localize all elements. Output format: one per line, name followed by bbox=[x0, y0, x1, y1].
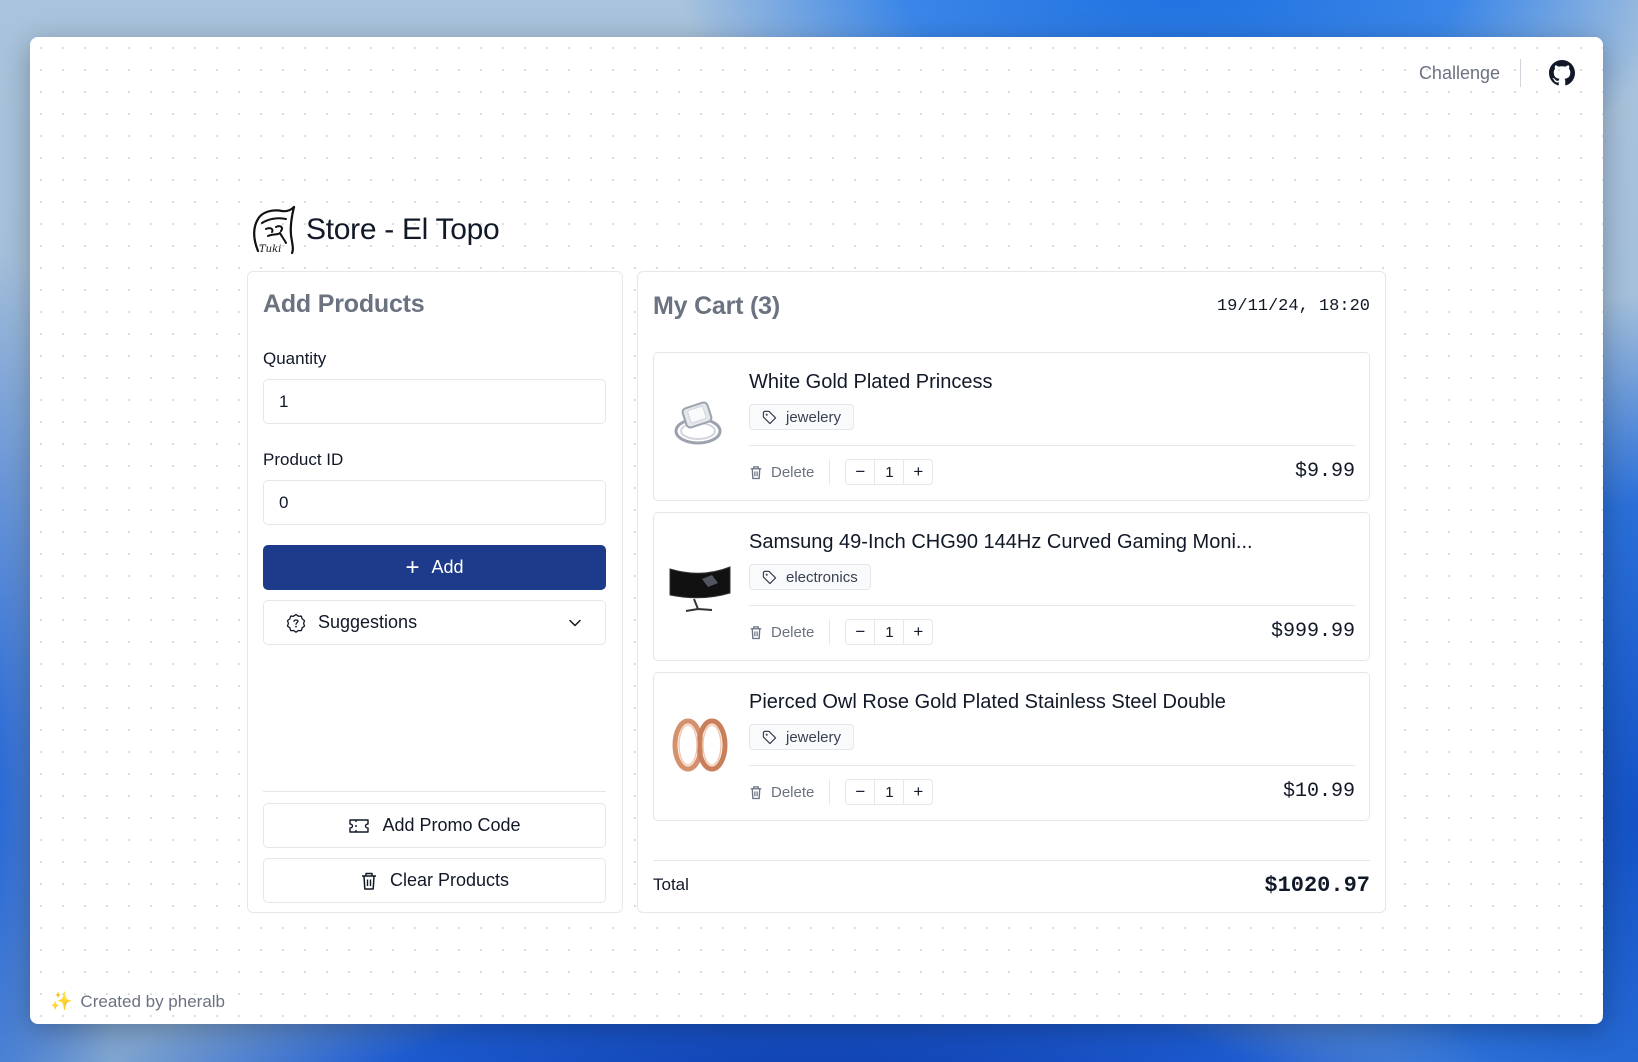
tag-icon bbox=[762, 730, 777, 744]
total-label: Total bbox=[653, 875, 689, 894]
page-title: Store - El Topo bbox=[306, 213, 500, 246]
decrement-button[interactable]: − bbox=[846, 620, 874, 644]
footer: ✨ Created by pheralb bbox=[50, 991, 225, 1012]
item-price: $9.99 bbox=[1294, 460, 1355, 483]
delete-label: Delete bbox=[771, 783, 815, 801]
item-actions: Delete − 1 + bbox=[749, 778, 934, 806]
add-promo-code-label: Add Promo Code bbox=[382, 815, 521, 835]
quantity-stepper: − 1 + bbox=[845, 779, 934, 805]
add-products-heading: Add Products bbox=[263, 290, 425, 318]
sparkles-icon: ✨ bbox=[50, 991, 73, 1011]
delete-button[interactable]: Delete bbox=[749, 784, 814, 801]
quantity-value: 1 bbox=[874, 780, 905, 804]
cart-header: My Cart (3) 19/11/24, 18:20 bbox=[653, 290, 1370, 322]
category-tag: electronics bbox=[749, 564, 871, 590]
trash-icon bbox=[750, 465, 762, 479]
logo-text: Tuki bbox=[259, 244, 281, 255]
tag-icon bbox=[762, 570, 777, 584]
add-button[interactable]: + Add bbox=[263, 545, 606, 590]
item-title: Pierced Owl Rose Gold Plated Stainless S… bbox=[749, 691, 1226, 713]
quantity-label: Quantity bbox=[263, 349, 327, 368]
item-price: $10.99 bbox=[1282, 780, 1355, 803]
item-actions: Delete − 1 + bbox=[749, 618, 934, 646]
plus-icon: + bbox=[405, 553, 420, 581]
category-label: electronics bbox=[786, 568, 858, 586]
cart-item: Samsung 49-Inch CHG90 144Hz Curved Gamin… bbox=[653, 512, 1370, 661]
trash-icon bbox=[361, 872, 376, 890]
help-badge-icon bbox=[286, 613, 306, 633]
trash-icon bbox=[750, 785, 762, 799]
trash-icon bbox=[750, 625, 762, 639]
increment-button[interactable]: + bbox=[904, 620, 932, 644]
item-title: Samsung 49-Inch CHG90 144Hz Curved Gamin… bbox=[749, 531, 1253, 553]
cart-heading: My Cart (3) bbox=[653, 291, 780, 320]
quantity-value: 1 bbox=[874, 620, 905, 644]
cart-timestamp: 19/11/24, 18:20 bbox=[1216, 296, 1370, 316]
add-promo-code-button[interactable]: Add Promo Code bbox=[263, 803, 606, 848]
increment-button[interactable]: + bbox=[904, 780, 932, 804]
rose-gold-rings-image bbox=[672, 718, 728, 772]
item-divider bbox=[749, 445, 1355, 446]
action-divider bbox=[829, 459, 831, 485]
item-price: $999.99 bbox=[1270, 620, 1355, 643]
total-row: Total $1020.97 bbox=[653, 870, 1370, 900]
delete-label: Delete bbox=[771, 623, 815, 641]
brand-header: Tuki Store - El Topo bbox=[248, 203, 500, 257]
clear-products-label: Clear Products bbox=[389, 870, 510, 890]
tag-icon bbox=[762, 410, 777, 424]
tuki-logo-icon: Tuki bbox=[253, 205, 296, 255]
panel-divider bbox=[263, 791, 606, 792]
category-tag: jewelery bbox=[749, 724, 855, 750]
suggestions-dropdown[interactable]: Suggestions bbox=[263, 600, 606, 645]
total-value: $1020.97 bbox=[1264, 872, 1370, 898]
nav-divider bbox=[1520, 59, 1521, 87]
product-id-input[interactable] bbox=[263, 480, 606, 525]
increment-button[interactable]: + bbox=[904, 460, 932, 484]
cart-items-list: White Gold Plated Princess jewelery Dele… bbox=[653, 352, 1370, 821]
cart-panel: My Cart (3) 19/11/24, 18:20 White Gold P… bbox=[637, 271, 1386, 913]
action-divider bbox=[829, 779, 831, 805]
clear-products-button[interactable]: Clear Products bbox=[263, 858, 606, 903]
github-icon[interactable] bbox=[1549, 60, 1575, 86]
category-label: jewelery bbox=[786, 728, 842, 746]
delete-button[interactable]: Delete bbox=[749, 624, 814, 641]
total-divider bbox=[653, 860, 1370, 861]
app-window: Challenge Tuki Store - El Topo Add Produ… bbox=[30, 37, 1603, 1024]
quantity-stepper: − 1 + bbox=[845, 619, 934, 645]
suggestions-label: Suggestions bbox=[318, 612, 418, 632]
quantity-input[interactable] bbox=[263, 379, 606, 424]
delete-button[interactable]: Delete bbox=[749, 464, 814, 481]
add-button-label: Add bbox=[431, 557, 464, 577]
item-actions: Delete − 1 + bbox=[749, 458, 934, 486]
item-divider bbox=[749, 765, 1355, 766]
item-title: White Gold Plated Princess bbox=[749, 371, 993, 393]
quantity-stepper: − 1 + bbox=[845, 459, 934, 485]
quantity-value: 1 bbox=[874, 460, 905, 484]
ticket-icon bbox=[349, 818, 370, 833]
chevron-down-icon bbox=[569, 619, 581, 626]
cart-item: Pierced Owl Rose Gold Plated Stainless S… bbox=[653, 672, 1370, 821]
item-divider bbox=[749, 605, 1355, 606]
top-nav: Challenge bbox=[1419, 57, 1575, 89]
decrement-button[interactable]: − bbox=[846, 780, 874, 804]
action-divider bbox=[829, 619, 831, 645]
category-label: jewelery bbox=[786, 408, 842, 426]
decrement-button[interactable]: − bbox=[846, 460, 874, 484]
category-tag: jewelery bbox=[749, 404, 855, 430]
monitor-product-image bbox=[669, 566, 731, 612]
ring-product-image bbox=[674, 401, 722, 445]
add-products-panel: Add Products Quantity Product ID + Add S… bbox=[247, 271, 623, 913]
delete-label: Delete bbox=[771, 463, 815, 481]
product-id-label: Product ID bbox=[263, 450, 344, 469]
challenge-link[interactable]: Challenge bbox=[1419, 63, 1520, 84]
footer-credit[interactable]: Created by pheralb bbox=[80, 992, 225, 1012]
cart-item: White Gold Plated Princess jewelery Dele… bbox=[653, 352, 1370, 501]
